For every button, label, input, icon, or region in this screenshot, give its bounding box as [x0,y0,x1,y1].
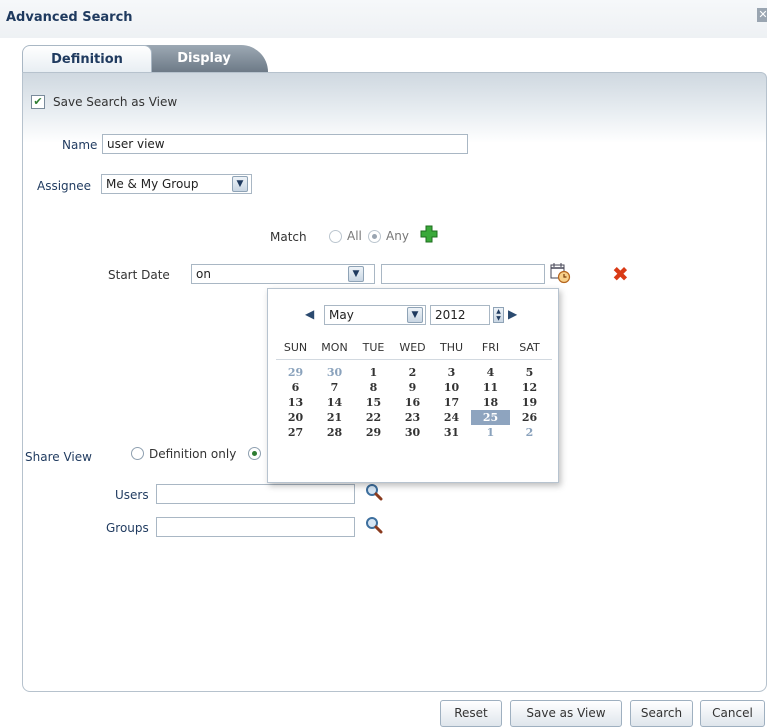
calendar-icon[interactable] [549,262,571,284]
dialog-title: Advanced Search [6,10,133,25]
calendar-day[interactable]: 27 [276,425,315,440]
match-all-label: All [347,229,362,243]
weekday-sat: SAT [519,341,540,354]
calendar-week: 29 30 1 2 3 4 5 [276,365,552,380]
chevron-down-icon[interactable]: ▼ [407,307,423,323]
match-any-radio[interactable] [368,230,381,243]
groups-label: Groups [106,521,149,535]
calendar-day[interactable]: 29 [354,425,393,440]
calendar-week: 6 7 8 9 10 11 12 [276,380,552,395]
start-date-input[interactable] [381,264,545,284]
save-view-checkbox[interactable]: ✔ [31,95,45,109]
name-label: Name [62,138,98,152]
save-view-label: Save Search as View [53,95,178,109]
calendar-day[interactable]: 15 [354,395,393,410]
calendar-day[interactable]: 9 [393,380,432,395]
calendar-day[interactable]: 30 [315,365,354,380]
weekday-sun: SUN [283,341,308,354]
definition-only-label: Definition only [149,447,237,461]
calendar-day[interactable]: 28 [315,425,354,440]
definition-only-radio[interactable] [131,447,144,460]
cancel-button[interactable]: Cancel [700,700,765,727]
month-value: May [329,308,354,322]
calendar-day[interactable]: 30 [393,425,432,440]
calendar-day[interactable]: 17 [432,395,471,410]
assignee-select[interactable]: Me & My Group [101,174,252,194]
calendar-week: 13 14 15 16 17 18 19 [276,395,552,410]
search-icon[interactable] [364,482,384,502]
name-input[interactable]: user view [102,134,468,154]
share-option-radio[interactable] [248,447,261,460]
calendar-week: 20 21 22 23 24 25 26 [276,410,552,425]
share-view-label: Share View [25,450,92,464]
chevron-down-icon[interactable]: ▼ [348,266,364,282]
match-all-radio[interactable] [329,230,342,243]
calendar-day[interactable]: 11 [471,380,510,395]
assignee-label: Assignee [37,179,92,193]
assignee-selected-value: Me & My Group [106,177,199,191]
calendar-day[interactable]: 1 [471,425,510,440]
calendar-day[interactable]: 1 [354,365,393,380]
search-icon[interactable] [364,515,384,535]
calendar-day[interactable]: 22 [354,410,393,425]
calendar-day[interactable]: 29 [276,365,315,380]
date-picker-popup: ◀ May ▼ 2012 ▲ ▼ ▶ SUN MON TUE WED THU FR… [267,288,559,483]
groups-input[interactable] [156,517,355,537]
calendar-day[interactable]: 4 [471,365,510,380]
calendar-day[interactable]: 19 [510,395,549,410]
calendar-week: 27 28 29 30 31 1 2 [276,425,552,440]
calendar-day[interactable]: 8 [354,380,393,395]
calendar-day[interactable]: 20 [276,410,315,425]
calendar-day[interactable]: 21 [315,410,354,425]
calendar-day[interactable]: 24 [432,410,471,425]
prev-month-icon[interactable]: ◀ [305,307,314,321]
calendar-day[interactable]: 26 [510,410,549,425]
calendar-day[interactable]: 7 [315,380,354,395]
next-month-icon[interactable]: ▶ [508,307,517,321]
calendar-day[interactable]: 18 [471,395,510,410]
start-date-label: Start Date [108,268,170,282]
users-input[interactable] [156,484,355,504]
calendar-day[interactable]: 14 [315,395,354,410]
start-date-operator-value: on [196,267,211,281]
delete-icon[interactable]: ✖ [612,264,629,284]
calendar-day[interactable]: 31 [432,425,471,440]
weekday-tue: TUE [362,341,385,354]
close-icon[interactable]: ✕ [757,8,767,22]
calendar-day[interactable]: 12 [510,380,549,395]
calendar-day[interactable]: 2 [510,425,549,440]
reset-button[interactable]: Reset [440,700,502,727]
year-input[interactable]: 2012 [430,305,490,325]
calendar-grid: SUN MON TUE WED THU FRI SAT 29 30 1 2 3 … [276,341,552,440]
search-button[interactable]: Search [630,700,693,727]
calendar-day[interactable]: 10 [432,380,471,395]
calendar-divider [276,359,552,360]
weekday-fri: FRI [481,341,500,354]
users-label: Users [115,488,149,502]
calendar-day[interactable]: 2 [393,365,432,380]
calendar-day[interactable]: 13 [276,395,315,410]
calendar-day[interactable]: 3 [432,365,471,380]
add-icon[interactable] [419,224,439,244]
tab-definition[interactable]: Definition [22,45,152,72]
calendar-day[interactable]: 6 [276,380,315,395]
weekday-thu: THU [439,341,464,354]
weekday-header: SUN MON TUE WED THU FRI SAT [276,341,552,354]
match-any-label: Any [386,229,409,243]
calendar-day-selected[interactable]: 25 [471,410,510,425]
calendar-day[interactable]: 23 [393,410,432,425]
chevron-down-icon[interactable]: ▼ [232,176,248,192]
match-label: Match [270,230,307,244]
weekday-wed: WED [399,341,426,354]
calendar-day[interactable]: 16 [393,395,432,410]
save-as-view-button[interactable]: Save as View [510,700,622,727]
calendar-day[interactable]: 5 [510,365,549,380]
tab-display[interactable]: Display [140,45,268,72]
year-spinner-icon[interactable]: ▲ ▼ [493,307,504,323]
weekday-mon: MON [321,341,348,354]
